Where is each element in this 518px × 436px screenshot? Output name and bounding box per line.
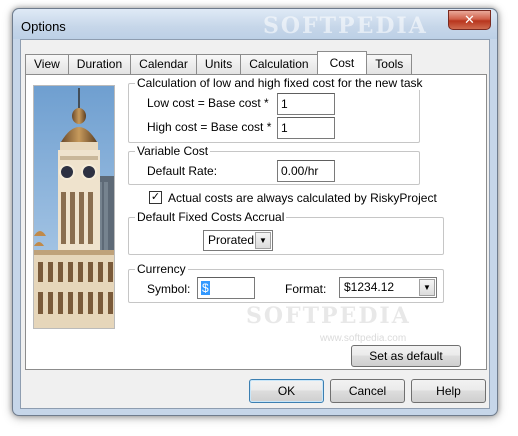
low-cost-label: Low cost = Base cost *	[147, 96, 269, 110]
accrual-select[interactable]: Prorated ▼	[203, 230, 273, 251]
dialog-body: View Duration Calendar Units Calculation…	[20, 39, 490, 409]
tab-strip: View Duration Calendar Units Calculation…	[25, 51, 413, 74]
title-watermark: SOFTPEDIA	[263, 13, 428, 39]
variable-cost-group: Variable Cost Default Rate: 0.00/hr	[128, 144, 420, 185]
symbol-selected-text: $	[201, 281, 210, 295]
format-selected-value: $1234.12	[344, 280, 395, 294]
high-cost-label: High cost = Base cost *	[147, 120, 272, 134]
cancel-button[interactable]: Cancel	[330, 379, 405, 403]
dialog-title: Options	[21, 19, 66, 34]
actual-costs-label: Actual costs are always calculated by Ri…	[168, 191, 437, 205]
tab-duration[interactable]: Duration	[67, 54, 132, 74]
currency-group: Currency Symbol: $ Format: $1234.12 ▼	[128, 262, 444, 303]
tab-tools[interactable]: Tools	[366, 54, 413, 74]
symbol-label: Symbol:	[147, 282, 191, 296]
tab-view[interactable]: View	[25, 54, 69, 74]
accrual-group: Default Fixed Costs Accrual Prorated ▼	[128, 210, 444, 255]
accrual-selected-value: Prorated	[208, 233, 255, 247]
currency-group-title: Currency	[135, 262, 188, 276]
tab-calculation[interactable]: Calculation	[240, 54, 318, 74]
high-cost-input[interactable]: 1	[277, 117, 335, 139]
tab-calendar[interactable]: Calendar	[130, 54, 197, 74]
ok-button[interactable]: OK	[249, 379, 324, 403]
format-label: Format:	[285, 282, 327, 296]
actual-costs-checkbox[interactable]: ✓	[149, 191, 162, 204]
help-button[interactable]: Help	[411, 379, 486, 403]
fixed-cost-group-title: Calculation of low and high fixed cost f…	[135, 76, 425, 90]
softpedia-watermark: SOFTPEDIA	[246, 303, 411, 329]
tab-units[interactable]: Units	[195, 54, 242, 74]
checkmark-icon: ✓	[150, 191, 161, 203]
variable-cost-group-title: Variable Cost	[135, 144, 211, 158]
low-cost-input[interactable]: 1	[277, 93, 335, 115]
softpedia-url-watermark: www.softpedia.com	[320, 333, 407, 344]
accrual-group-title: Default Fixed Costs Accrual	[135, 210, 287, 224]
default-rate-label: Default Rate:	[147, 164, 218, 178]
chevron-down-icon[interactable]: ▼	[419, 279, 435, 296]
chevron-down-icon[interactable]: ▼	[255, 232, 271, 249]
close-icon: ✕	[464, 12, 475, 27]
clock-tower-image	[33, 85, 115, 329]
cost-tab-panel: Calculation of low and high fixed cost f…	[25, 74, 487, 370]
default-rate-input[interactable]: 0.00/hr	[277, 160, 335, 182]
fixed-cost-group: Calculation of low and high fixed cost f…	[128, 76, 425, 143]
close-button[interactable]: ✕	[448, 10, 491, 30]
title-bar[interactable]: Options SOFTPEDIA ✕	[13, 9, 497, 39]
symbol-input[interactable]: $	[197, 277, 255, 299]
tab-cost[interactable]: Cost	[316, 51, 368, 74]
format-select[interactable]: $1234.12 ▼	[339, 277, 437, 298]
options-dialog: Options SOFTPEDIA ✕ View Duration Calend…	[12, 8, 498, 416]
set-as-default-button[interactable]: Set as default	[351, 345, 461, 367]
